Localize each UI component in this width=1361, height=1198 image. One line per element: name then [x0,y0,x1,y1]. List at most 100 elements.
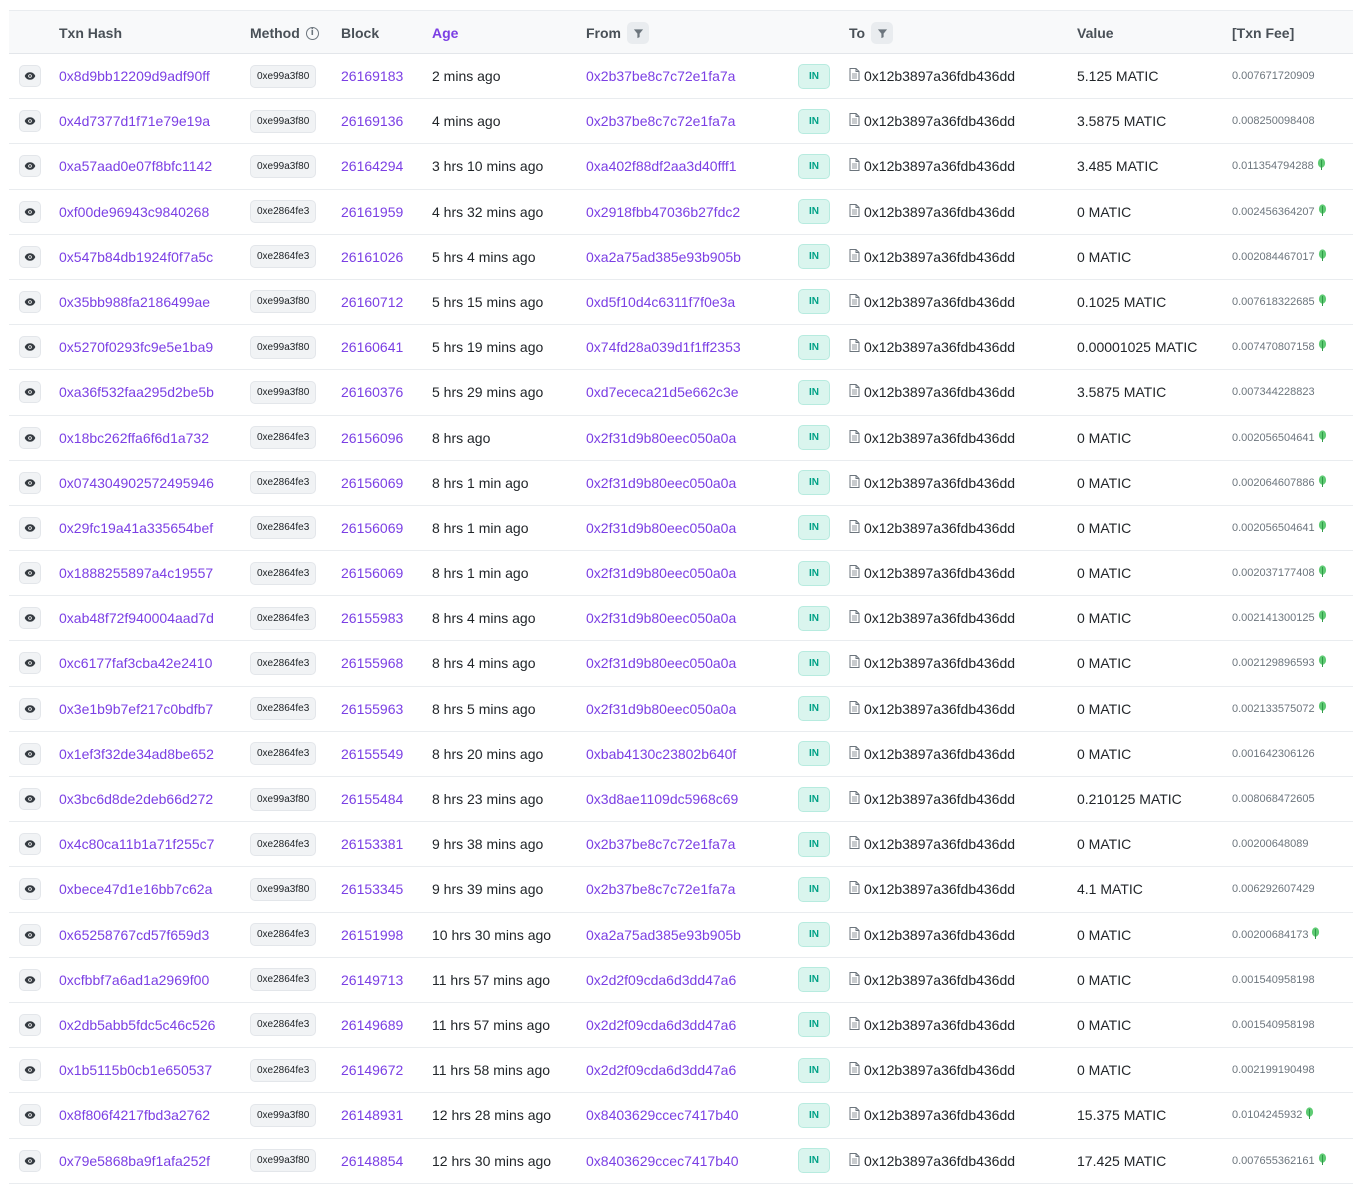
from-address-link[interactable]: 0x2f31d9b80eec050a0a [586,430,756,446]
view-details-button[interactable] [19,381,41,404]
view-details-button[interactable] [19,742,41,765]
block-link[interactable]: 26149713 [341,972,403,988]
to-address-link[interactable]: 0x12b3897a36fdb436dd [864,836,1030,852]
from-address-link[interactable]: 0x2b37be8c7c72e1fa7a [586,836,756,852]
txn-hash-link[interactable]: 0x29fc19a41a335654bef [59,520,229,536]
block-link[interactable]: 26149672 [341,1062,403,1078]
txn-hash-link[interactable]: 0xf00de96943c9840268 [59,204,229,220]
txn-hash-link[interactable]: 0x4c80ca11b1a71f255c7 [59,836,229,852]
from-address-link[interactable]: 0xa2a75ad385e93b905b [586,927,756,943]
view-details-button[interactable] [19,65,41,87]
from-address-link[interactable]: 0x3d8ae1109dc5968c69 [586,791,756,807]
txn-hash-link[interactable]: 0x074304902572495946 [59,475,229,491]
block-link[interactable]: 26148854 [341,1153,403,1169]
block-link[interactable]: 26169183 [341,68,403,84]
view-details-button[interactable] [19,155,41,178]
block-link[interactable]: 26155549 [341,746,403,762]
to-address-link[interactable]: 0x12b3897a36fdb436dd [864,1062,1030,1078]
to-address-link[interactable]: 0x12b3897a36fdb436dd [864,113,1030,129]
txn-hash-link[interactable]: 0x35bb988fa2186499ae [59,294,229,310]
txn-hash-link[interactable]: 0x1ef3f32de34ad8be652 [59,746,229,762]
from-address-link[interactable]: 0x2f31d9b80eec050a0a [586,701,756,717]
view-details-button[interactable] [19,1104,41,1127]
to-address-link[interactable]: 0x12b3897a36fdb436dd [864,881,1030,897]
to-address-link[interactable]: 0x12b3897a36fdb436dd [864,610,1030,626]
info-circle-icon[interactable]: i [305,26,319,40]
view-details-button[interactable] [19,788,41,810]
to-address-link[interactable]: 0x12b3897a36fdb436dd [864,475,1030,491]
from-address-link[interactable]: 0xd7ececa21d5e662c3e [586,384,756,400]
to-address-link[interactable]: 0x12b3897a36fdb436dd [864,204,1030,220]
view-details-button[interactable] [19,516,41,539]
view-details-button[interactable] [19,652,41,675]
from-address-link[interactable]: 0xa402f88df2aa3d40fff1 [586,158,756,174]
view-details-button[interactable] [19,200,41,223]
from-address-link[interactable]: 0xd5f10d4c6311f7f0e3a [586,294,756,310]
view-details-button[interactable] [19,110,41,133]
from-address-link[interactable]: 0x2f31d9b80eec050a0a [586,520,756,536]
from-address-link[interactable]: 0x2b37be8c7c72e1fa7a [586,881,756,897]
to-address-link[interactable]: 0x12b3897a36fdb436dd [864,927,1030,943]
to-address-link[interactable]: 0x12b3897a36fdb436dd [864,158,1030,174]
block-link[interactable]: 26155983 [341,610,403,626]
from-address-link[interactable]: 0x2f31d9b80eec050a0a [586,475,756,491]
to-address-link[interactable]: 0x12b3897a36fdb436dd [864,565,1030,581]
view-details-button[interactable] [19,1149,41,1172]
view-details-button[interactable] [19,968,41,991]
to-address-link[interactable]: 0x12b3897a36fdb436dd [864,791,1030,807]
to-address-link[interactable]: 0x12b3897a36fdb436dd [864,384,1030,400]
txn-hash-link[interactable]: 0xa36f532faa295d2be5b [59,384,229,400]
txn-hash-link[interactable]: 0x547b84db1924f0f7a5c [59,249,229,265]
to-address-link[interactable]: 0x12b3897a36fdb436dd [864,1153,1030,1169]
view-details-button[interactable] [19,471,41,494]
to-address-link[interactable]: 0x12b3897a36fdb436dd [864,972,1030,988]
header-age[interactable]: Age [432,11,458,55]
from-address-link[interactable]: 0x2f31d9b80eec050a0a [586,610,756,626]
block-link[interactable]: 26155968 [341,655,403,671]
txn-hash-link[interactable]: 0x79e5868ba9f1afa252f [59,1153,229,1169]
to-filter-button[interactable] [871,22,894,44]
from-address-link[interactable]: 0x2d2f09cda6d3dd47a6 [586,1017,756,1033]
view-details-button[interactable] [19,607,41,630]
view-details-button[interactable] [19,878,41,901]
txn-hash-link[interactable]: 0x5270f0293fc9e5e1ba9 [59,339,229,355]
from-address-link[interactable]: 0xbab4130c23802b640f [586,746,756,762]
block-link[interactable]: 26160712 [341,294,403,310]
txn-hash-link[interactable]: 0x1b5115b0cb1e650537 [59,1062,229,1078]
block-link[interactable]: 26155484 [341,791,403,807]
to-address-link[interactable]: 0x12b3897a36fdb436dd [864,430,1030,446]
to-address-link[interactable]: 0x12b3897a36fdb436dd [864,520,1030,536]
txn-hash-link[interactable]: 0x8f806f4217fbd3a2762 [59,1107,229,1123]
view-details-button[interactable] [19,923,41,946]
to-address-link[interactable]: 0x12b3897a36fdb436dd [864,1017,1030,1033]
to-address-link[interactable]: 0x12b3897a36fdb436dd [864,746,1030,762]
txn-hash-link[interactable]: 0x3e1b9b7ef217c0bdfb7 [59,701,229,717]
view-details-button[interactable] [19,1059,41,1082]
to-address-link[interactable]: 0x12b3897a36fdb436dd [864,1107,1030,1123]
block-link[interactable]: 26151998 [341,927,403,943]
block-link[interactable]: 26149689 [341,1017,403,1033]
txn-hash-link[interactable]: 0x4d7377d1f71e79e19a [59,113,229,129]
txn-hash-link[interactable]: 0x2db5abb5fdc5c46c526 [59,1017,229,1033]
from-address-link[interactable]: 0x2b37be8c7c72e1fa7a [586,68,756,84]
block-link[interactable]: 26164294 [341,158,403,174]
txn-hash-link[interactable]: 0x3bc6d8de2deb66d272 [59,791,229,807]
txn-hash-link[interactable]: 0xcfbbf7a6ad1a2969f00 [59,972,229,988]
to-address-link[interactable]: 0x12b3897a36fdb436dd [864,655,1030,671]
from-filter-button[interactable] [627,22,649,44]
txn-hash-link[interactable]: 0x1888255897a4c19557 [59,565,229,581]
from-address-link[interactable]: 0x8403629ccec7417b40 [586,1153,756,1169]
block-link[interactable]: 26161959 [341,204,403,220]
from-address-link[interactable]: 0x2d2f09cda6d3dd47a6 [586,1062,756,1078]
txn-hash-link[interactable]: 0x8d9bb12209d9adf90ff [59,68,229,84]
block-link[interactable]: 26153381 [341,836,403,852]
block-link[interactable]: 26161026 [341,249,403,265]
to-address-link[interactable]: 0x12b3897a36fdb436dd [864,339,1030,355]
view-details-button[interactable] [19,833,41,856]
view-details-button[interactable] [19,336,41,359]
to-address-link[interactable]: 0x12b3897a36fdb436dd [864,294,1030,310]
from-address-link[interactable]: 0x2918fbb47036b27fdc2 [586,204,756,220]
to-address-link[interactable]: 0x12b3897a36fdb436dd [864,701,1030,717]
view-details-button[interactable] [19,245,41,268]
block-link[interactable]: 26156069 [341,520,403,536]
